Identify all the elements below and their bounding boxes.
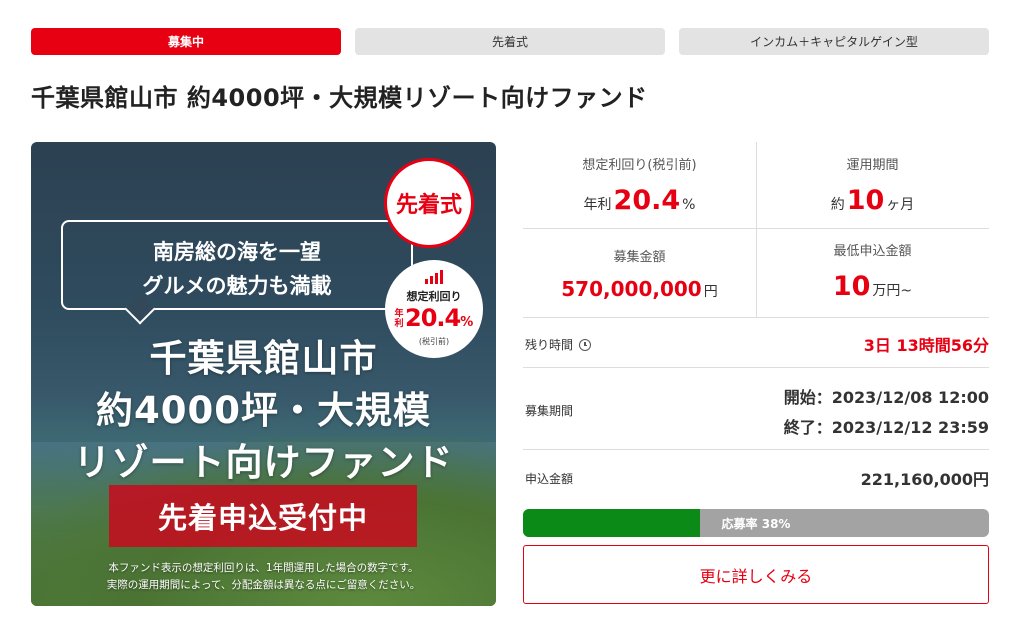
applied-amount-value: 221,160,000円: [860, 470, 989, 489]
recruit-period-start: 開始：2023/12/08 12:00: [783, 388, 989, 407]
yield-badge: 想定利回り 年利 20.4% (税引前): [385, 260, 483, 358]
progress-label: 応募率 38%: [721, 516, 791, 531]
recruit-period-row: 募集期間 開始：2023/12/08 12:00 終了：2023/12/12 2…: [523, 367, 989, 449]
stat-unit: 円: [703, 284, 718, 300]
stat-unit: ヶ月: [886, 197, 915, 213]
tag-bar: 募集中 先着式 インカム＋キャピタルゲイン型: [31, 28, 989, 55]
yield-badge-label: 想定利回り: [406, 290, 462, 303]
applied-amount-row: 申込金額 221,160,000円: [523, 449, 989, 499]
remaining-time-value: 3日 13時間56分: [863, 336, 989, 355]
remaining-time-row: 残り時間 3日 13時間56分: [523, 317, 989, 367]
recruit-period-end: 終了：2023/12/12 23:59: [783, 418, 989, 437]
hero-banner: 先着申込受付中: [109, 485, 417, 547]
type-tag-income-capital: インカム＋キャピタルゲイン型: [679, 28, 989, 55]
hero-headline-2: 約4000坪・大規模: [96, 389, 431, 432]
application-progress-bar: 応募率 38%: [523, 509, 989, 537]
stat-caption: 募集金額: [613, 250, 666, 265]
stat-recruit-amount: 募集金額 570,000,000 円: [523, 246, 756, 301]
recruit-period-label: 募集期間: [525, 404, 574, 418]
stat-value: 570,000,000: [561, 277, 702, 301]
hero-disclaimer-1: 本ファンド表示の想定利回りは、1年間運用した場合の数字です。: [108, 562, 419, 574]
stat-unit: %: [682, 197, 696, 213]
yield-badge-note: (税引前): [418, 337, 450, 346]
fund-stats-grid: 想定利回り(税引前) 年利 20.4 % 運用期間 約 10 ヶ月 募集金額 5…: [523, 142, 989, 317]
stat-prefix: 約: [830, 197, 845, 213]
status-tag-recruiting: 募集中: [31, 28, 341, 55]
bar-chart-icon: [425, 270, 445, 284]
applied-amount-label: 申込金額: [525, 472, 574, 486]
type-tag-first-come: 先着式: [355, 28, 665, 55]
hero-headline-3: リゾート向けファンド: [73, 441, 454, 484]
hero-speech-bubble: 南房総の海を一望 グルメの魅力も満載: [61, 220, 413, 310]
stat-prefix: 年利: [583, 197, 612, 213]
stat-expected-yield: 想定利回り(税引前) 年利 20.4 %: [523, 154, 756, 216]
stat-caption: 最低申込金額: [833, 244, 912, 259]
bubble-line-1: 南房総の海を一望: [153, 240, 321, 264]
first-come-badge: 先着式: [384, 158, 474, 248]
see-details-button[interactable]: 更に詳しくみる: [523, 545, 989, 604]
stats-divider-horizontal: [523, 228, 989, 229]
stat-value: 10: [832, 271, 871, 302]
bubble-line-2: グルメの魅力も満載: [142, 274, 332, 298]
stat-minimum-amount: 最低申込金額 10 万円~: [756, 240, 989, 302]
yield-badge-prefix: 年利: [394, 309, 404, 329]
stat-operation-period: 運用期間 約 10 ヶ月: [756, 154, 989, 216]
stat-caption: 運用期間: [846, 158, 899, 173]
clock-icon: [579, 338, 592, 351]
stat-value: 20.4: [613, 185, 681, 216]
remaining-time-label: 残り時間: [525, 338, 574, 352]
hero-disclaimer-2: 実際の運用期間によって、分配金額は異なる点にご留意ください。: [106, 579, 421, 591]
stat-unit: 万円~: [872, 283, 913, 299]
fund-title: 千葉県館山市 約4000坪・大規模リゾート向けファンド: [31, 84, 648, 112]
stat-caption: 想定利回り(税引前): [582, 158, 697, 173]
yield-badge-value: 20.4%: [405, 304, 473, 332]
fund-hero-image[interactable]: 南房総の海を一望 グルメの魅力も満載 先着式 想定利回り 年利 20.4% (税…: [31, 142, 496, 606]
stat-value: 10: [846, 185, 885, 216]
